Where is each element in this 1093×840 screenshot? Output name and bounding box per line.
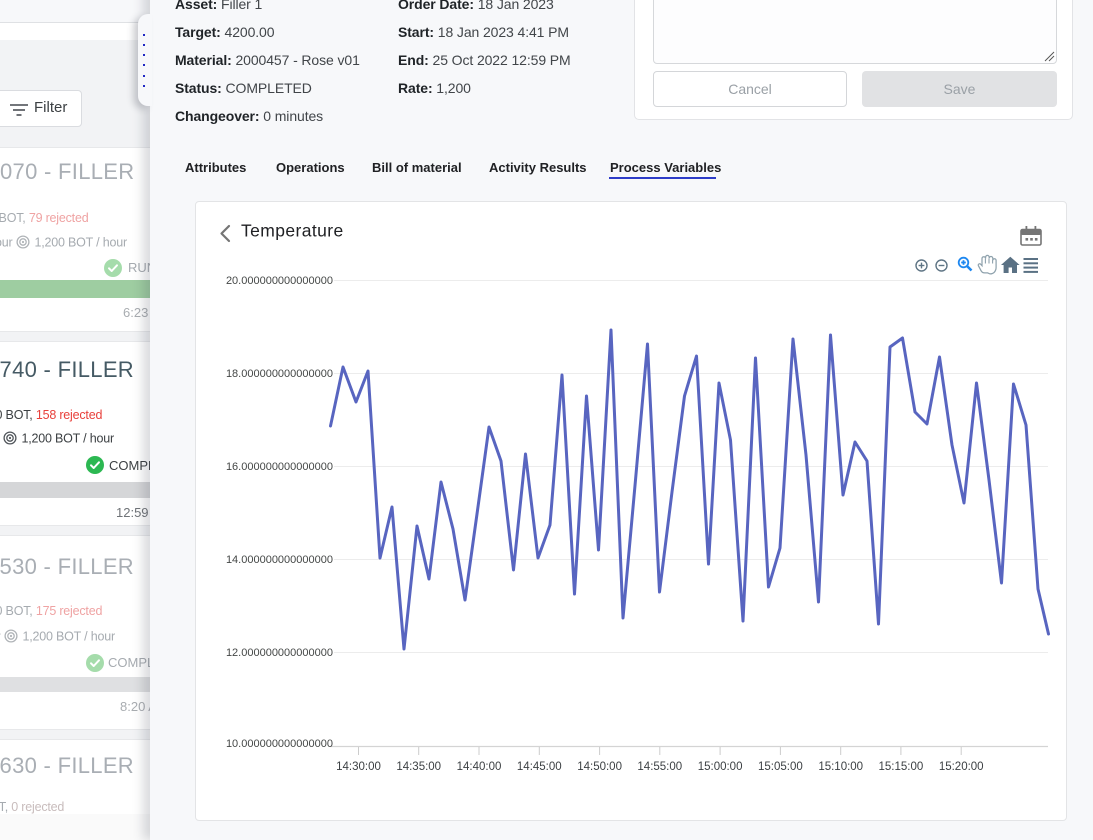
svg-text:15:10:00: 15:10:00 (818, 761, 863, 773)
svg-text:18.000000000000000: 18.000000000000000 (226, 368, 333, 380)
svg-text:15:00:00: 15:00:00 (698, 761, 743, 773)
svg-text:14:45:00: 14:45:00 (517, 761, 562, 773)
svg-text:15:20:00: 15:20:00 (939, 761, 984, 773)
svg-text:14.000000000000000: 14.000000000000000 (226, 554, 333, 566)
svg-text:15:15:00: 15:15:00 (879, 761, 924, 773)
svg-text:14:55:00: 14:55:00 (637, 761, 682, 773)
svg-text:14:35:00: 14:35:00 (396, 761, 441, 773)
svg-text:15:05:00: 15:05:00 (758, 761, 803, 773)
svg-text:12.000000000000000: 12.000000000000000 (226, 647, 333, 659)
svg-text:20.000000000000000: 20.000000000000000 (226, 275, 333, 287)
svg-text:14:50:00: 14:50:00 (577, 761, 622, 773)
svg-text:Temperature: Temperature (241, 221, 344, 241)
svg-text:14:30:00: 14:30:00 (336, 761, 381, 773)
svg-text:10.000000000000000: 10.000000000000000 (226, 738, 333, 750)
svg-text:16.000000000000000: 16.000000000000000 (226, 461, 333, 473)
svg-text:14:40:00: 14:40:00 (457, 761, 502, 773)
